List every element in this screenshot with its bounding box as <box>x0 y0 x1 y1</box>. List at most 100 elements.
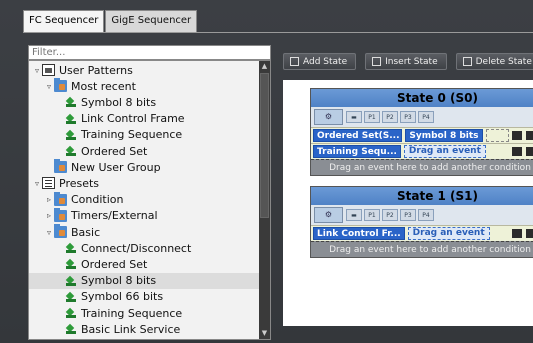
leaf-icon <box>66 130 76 140</box>
leaf-icon <box>66 114 76 124</box>
scroll-thumb[interactable] <box>260 73 269 218</box>
tree-scrollbar[interactable]: ▲ ▼ <box>259 61 270 339</box>
list-icon <box>42 177 55 190</box>
port-p1-icon[interactable]: P1 <box>364 209 380 221</box>
event-drop-target[interactable]: Drag an event <box>407 227 490 240</box>
event-drop-target[interactable]: Drag an event <box>403 145 486 158</box>
tree-item[interactable]: Ordered Set <box>29 256 261 272</box>
event-row[interactable]: Link Control Fr... Drag an event <box>311 225 533 241</box>
filter-input[interactable] <box>28 45 271 60</box>
state-block-s0[interactable]: State 0 (S0) ⚙ ▬ P1 P2 P3 P4 Ordered Set… <box>310 88 533 176</box>
tree-item[interactable]: Training Sequence <box>29 127 261 143</box>
tree-item[interactable]: Symbol 8 bits <box>29 94 261 110</box>
tree-item[interactable]: Symbol 66 bits <box>29 289 261 305</box>
tree-item-label: Timers/External <box>71 209 158 223</box>
event-row[interactable]: Ordered Set(S... Symbol 8 bits <box>311 127 533 143</box>
event-options-icon[interactable] <box>512 147 522 156</box>
folder-icon <box>54 159 67 174</box>
insert-state-label: Insert State <box>385 56 438 67</box>
tree-item-label: Basic Link Service <box>81 322 181 336</box>
expand-arrow-icon[interactable]: ▹ <box>44 211 54 220</box>
port-p2-icon[interactable]: P2 <box>382 111 398 123</box>
collapse-arrow-icon[interactable]: ▿ <box>32 66 42 75</box>
leaf-icon <box>66 308 76 318</box>
scroll-up-icon[interactable]: ▲ <box>259 61 270 72</box>
tree-item[interactable]: ▹ Timers/External <box>29 207 261 224</box>
event-delete-icon[interactable] <box>526 229 533 238</box>
leaf-icon <box>66 97 76 108</box>
port-p4-icon[interactable]: P4 <box>418 111 434 123</box>
port-p3-icon[interactable]: P3 <box>400 111 416 123</box>
event-delete-icon[interactable] <box>526 131 533 140</box>
expand-arrow-icon[interactable]: ▹ <box>44 195 54 204</box>
state-canvas[interactable]: State 0 (S0) ⚙ ▬ P1 P2 P3 P4 Ordered Set… <box>283 80 533 326</box>
event-delete-icon[interactable] <box>526 147 533 156</box>
collapse-arrow-icon[interactable]: ▿ <box>44 228 54 237</box>
state-icon-bar: ⚙ ▬ P1 P2 P3 P4 <box>311 107 533 127</box>
event-label[interactable]: Ordered Set(S... <box>313 129 403 142</box>
tree-item[interactable]: ▿ Basic <box>29 224 261 240</box>
add-state-icon <box>290 57 299 66</box>
delete-state-icon <box>462 57 472 66</box>
folder-icon <box>54 78 67 93</box>
state-icon-bar: ⚙ ▬ P1 P2 P3 P4 <box>311 205 533 225</box>
tree-item[interactable]: Symbol 8 bits <box>29 272 261 289</box>
insert-state-button[interactable]: Insert State <box>365 53 447 70</box>
tree-item-label: Symbol 8 bits <box>81 95 157 109</box>
delete-state-button[interactable]: Delete State <box>455 53 533 70</box>
state-title: State 1 (S1) <box>311 187 533 205</box>
tree-item-label: Training Sequence <box>81 306 183 320</box>
tree-item-label: Link Control Frame <box>81 112 185 126</box>
condition-drop-hint[interactable]: Drag an event here to add another condit… <box>311 241 533 257</box>
tree-item[interactable]: Basic Link Service <box>29 321 261 337</box>
tab-fc-sequencer[interactable]: FC Sequencer <box>23 10 105 33</box>
collapse-arrow-icon[interactable]: ▿ <box>44 82 54 91</box>
event-options-icon[interactable] <box>512 131 523 140</box>
tree-item-label: New User Group <box>71 160 161 174</box>
insert-state-icon <box>372 57 382 66</box>
port-p4-icon[interactable]: P4 <box>418 209 434 221</box>
state-port-all-icon[interactable]: ▬ <box>346 209 362 221</box>
add-state-button[interactable]: Add State <box>283 53 357 70</box>
tree-item-label: Ordered Set <box>81 144 148 158</box>
state-port-all-icon[interactable]: ▬ <box>346 111 362 123</box>
event-row[interactable]: Training Sequ... Drag an event <box>311 143 533 159</box>
folder-icon <box>54 191 67 206</box>
state-block-s1[interactable]: State 1 (S1) ⚙ ▬ P1 P2 P3 P4 Link Contro… <box>310 186 533 258</box>
tree-item[interactable]: ▹ Condition <box>29 191 261 208</box>
tree-item-label: Ordered Set <box>81 257 148 271</box>
event-empty-slot[interactable] <box>485 129 510 142</box>
folder-icon <box>54 224 67 238</box>
leaf-icon <box>66 324 76 335</box>
port-p3-icon[interactable]: P3 <box>400 209 416 221</box>
state-settings-icon[interactable]: ⚙ <box>314 207 343 223</box>
port-p2-icon[interactable]: P2 <box>382 209 398 221</box>
event-label[interactable]: Link Control Fr... <box>313 227 405 240</box>
tree-item-label: Basic <box>71 225 101 239</box>
tab-gige-sequencer[interactable]: GigE Sequencer <box>105 10 198 32</box>
leaf-icon <box>66 146 76 156</box>
port-p1-icon[interactable]: P1 <box>364 111 380 123</box>
tree-item-label: Symbol 66 bits <box>81 290 164 304</box>
leaf-icon <box>66 292 76 302</box>
event-action[interactable]: Symbol 8 bits <box>405 129 483 142</box>
tree-item[interactable]: ▿ Presets <box>29 175 261 191</box>
tree-item-label: Most recent <box>71 79 136 93</box>
tree-item-label: Presets <box>59 176 100 190</box>
tree-item[interactable]: Connect/Disconnect <box>29 240 261 256</box>
tree-item[interactable]: Link Control Frame <box>29 111 261 127</box>
tree-item-label: Training Sequence <box>81 128 183 142</box>
collapse-arrow-icon[interactable]: ▿ <box>32 179 42 188</box>
scroll-down-icon[interactable]: ▼ <box>259 328 270 339</box>
event-label[interactable]: Training Sequ... <box>313 145 401 158</box>
tree-item[interactable]: Ordered Set <box>29 143 261 159</box>
state-toolbar: Add State Insert State Delete State <box>283 53 533 70</box>
tree-item[interactable]: Training Sequence <box>29 305 261 321</box>
tree-item[interactable]: New User Group <box>29 159 261 175</box>
state-settings-icon[interactable]: ⚙ <box>314 109 343 125</box>
condition-drop-hint[interactable]: Drag an event here to add another condit… <box>311 159 533 175</box>
pattern-tree[interactable]: ▿ User Patterns ▿ Most recent Symbol 8 bits L… <box>28 60 271 340</box>
tree-item[interactable]: ▿ User Patterns <box>29 62 261 78</box>
tree-item[interactable]: ▿ Most recent <box>29 78 261 94</box>
event-options-icon[interactable] <box>512 229 522 238</box>
